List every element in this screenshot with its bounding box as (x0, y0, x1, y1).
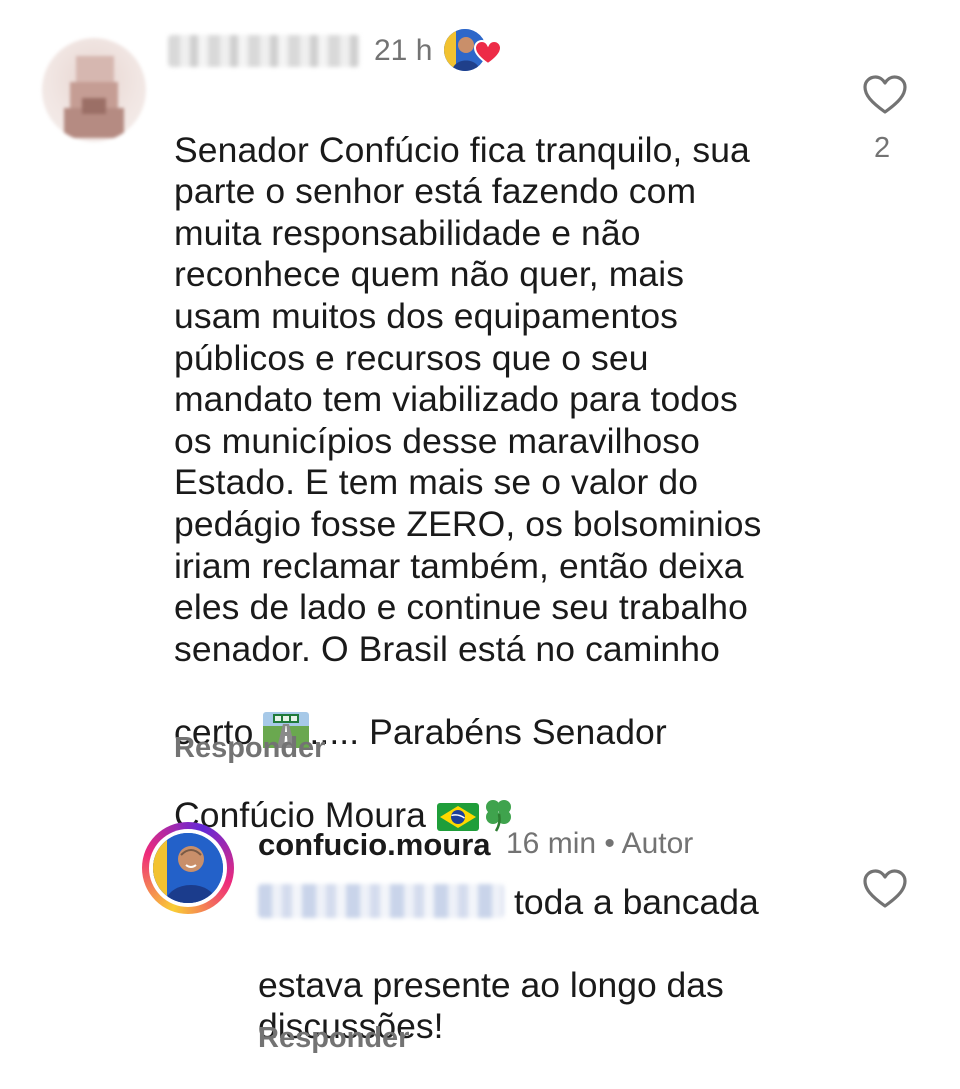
comment-line: parte o senhor está fazendo com (174, 171, 697, 212)
reply-button[interactable]: Responder (174, 730, 325, 766)
commenter-avatar[interactable] (42, 38, 146, 142)
mention-blurred[interactable] (258, 884, 504, 918)
comment-line: mandato tem viabilizado para todos (174, 379, 738, 420)
reply-meta: 16 min • Autor (506, 825, 693, 863)
reply-to-reply-button[interactable]: Responder (258, 1020, 409, 1056)
commenter-username-blurred[interactable] (168, 35, 360, 67)
comment-line: usam muitos dos equipamentos (174, 295, 679, 336)
reply-timestamp: 16 min (506, 827, 597, 860)
comment-line: os municípios desse maravilhoso (174, 420, 700, 461)
reply-text-body: estava presente ao longo das discussões! (258, 923, 818, 1089)
meta-separator: • (596, 827, 622, 860)
comment-line: iriam reclamar também, então deixa (174, 545, 744, 586)
comment-line: pedágio fosse ZERO, os bolsominios (174, 503, 762, 544)
comment-line: eles de lado e continue seu trabalho (174, 587, 748, 628)
author-badge: Autor (621, 827, 694, 860)
comment-line: Senador Confúcio fica tranquilo, sua (174, 129, 750, 170)
reply-username[interactable]: confucio.moura (258, 826, 491, 864)
like-heart-icon[interactable] (862, 74, 908, 116)
comment-line: públicos e recursos que o seu (174, 337, 649, 378)
author-avatar[interactable] (153, 833, 223, 903)
comment-line-14-end: ..... Parabéns Senador (309, 711, 667, 752)
reply-text-first-line: toda a bancada (514, 882, 759, 922)
reply-line: estava presente ao longo das (258, 964, 724, 1005)
comment-line: muita responsabilidade e não (174, 212, 641, 253)
comment-timestamp: 21 h (374, 34, 433, 67)
comment-line: reconhece quem não quer, mais (174, 254, 685, 295)
red-heart-icon (473, 39, 503, 66)
comment-line: Estado. E tem mais se o valor do (174, 462, 699, 503)
like-count: 2 (874, 132, 891, 164)
comment-line: senador. O Brasil está no caminho (174, 628, 720, 669)
reply-like-heart-icon[interactable] (862, 868, 908, 910)
